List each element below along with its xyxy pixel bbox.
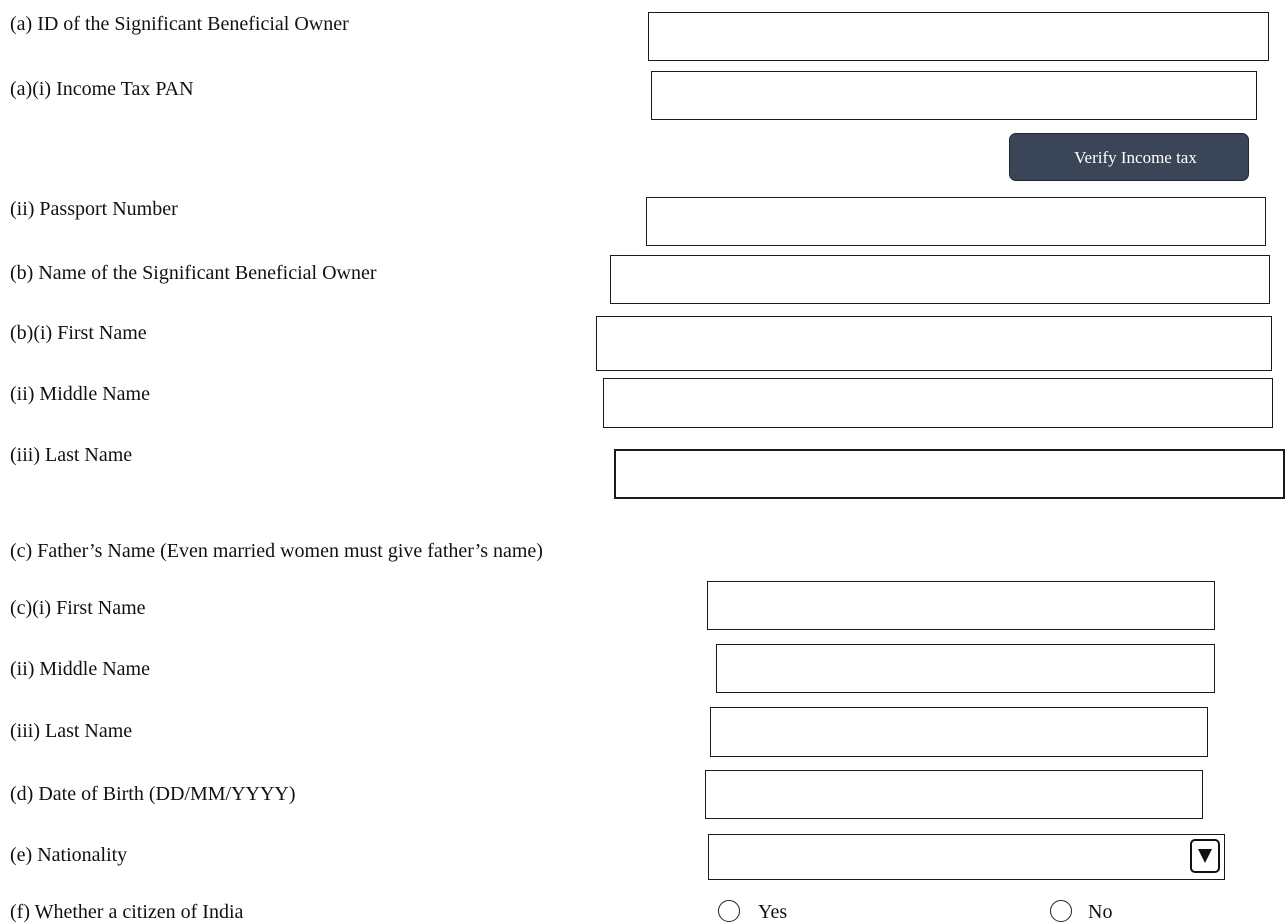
father-middle-name-field[interactable]	[716, 644, 1215, 693]
nationality-label: (e) Nationality	[10, 844, 128, 866]
dob-field[interactable]	[705, 770, 1203, 819]
citizen-no-radio[interactable]	[1050, 900, 1072, 922]
father-first-name-label: (c)(i) First Name	[10, 597, 146, 619]
middle-name-label: (ii) Middle Name	[10, 383, 150, 405]
passport-field[interactable]	[646, 197, 1266, 246]
verify-income-tax-button[interactable]: Verify Income tax	[1009, 133, 1249, 181]
sbo-id-label: (a) ID of the Significant Beneficial Own…	[10, 13, 349, 35]
father-first-name-field[interactable]	[707, 581, 1215, 630]
sbo-name-label: (b) Name of the Significant Beneficial O…	[10, 262, 377, 284]
first-name-field[interactable]	[596, 316, 1272, 371]
chevron-down-icon[interactable]	[1190, 839, 1220, 873]
father-last-name-field[interactable]	[710, 707, 1208, 757]
nationality-select[interactable]	[708, 834, 1225, 880]
sbo-name-field[interactable]	[610, 255, 1270, 304]
citizen-label: (f) Whether a citizen of India	[10, 901, 244, 923]
father-name-section-label: (c) Father’s Name (Even married women mu…	[10, 540, 543, 562]
passport-label: (ii) Passport Number	[10, 198, 178, 220]
citizen-no-label[interactable]: No	[1088, 900, 1112, 924]
sbo-id-field[interactable]	[648, 12, 1269, 61]
father-middle-name-label: (ii) Middle Name	[10, 658, 150, 680]
citizen-yes-radio[interactable]	[718, 900, 740, 922]
pan-field[interactable]	[651, 71, 1257, 120]
middle-name-field[interactable]	[603, 378, 1273, 428]
citizen-yes-label[interactable]: Yes	[758, 900, 787, 924]
father-last-name-label: (iii) Last Name	[10, 720, 133, 742]
dob-label: (d) Date of Birth (DD/MM/YYYY)	[10, 783, 296, 805]
first-name-label: (b)(i) First Name	[10, 322, 147, 344]
pan-label: (a)(i) Income Tax PAN	[10, 78, 194, 100]
last-name-label: (iii) Last Name	[10, 444, 133, 466]
last-name-field[interactable]	[614, 449, 1285, 499]
